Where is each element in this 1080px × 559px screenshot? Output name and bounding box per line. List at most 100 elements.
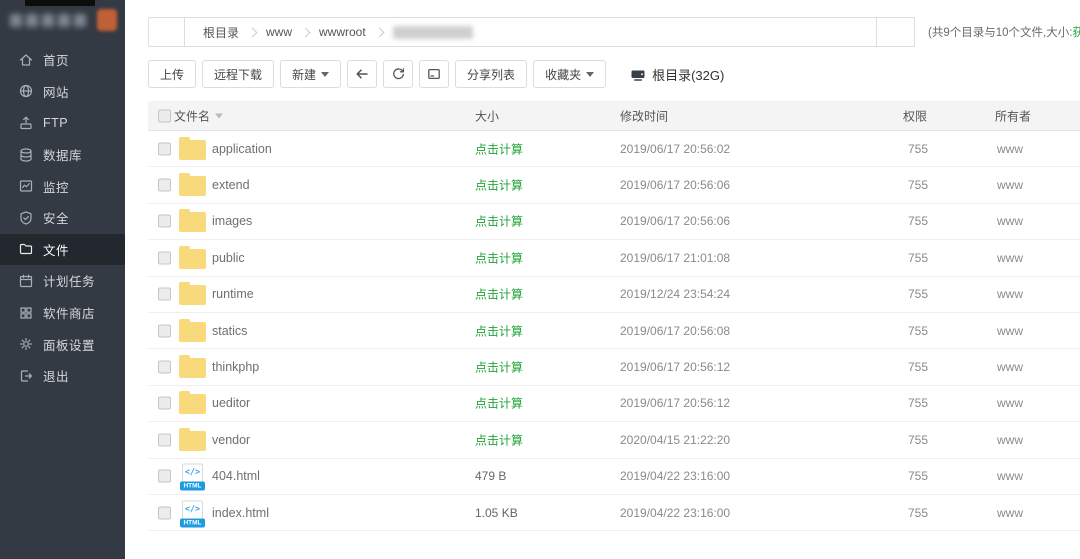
button-label: 分享列表 [467, 66, 515, 83]
globe-icon [18, 83, 34, 99]
file-perm: 755 [900, 142, 936, 156]
folder-icon [179, 212, 206, 232]
sidebar-item-cron[interactable]: 计划任务 [0, 265, 125, 297]
row-checkbox[interactable] [158, 397, 171, 410]
row-checkbox[interactable] [158, 179, 171, 192]
sidebar-item-site[interactable]: 网站 [0, 76, 125, 108]
folder-icon [179, 176, 206, 196]
file-owner: www [997, 469, 1023, 483]
file-name[interactable]: public [212, 251, 245, 265]
row-checkbox[interactable] [158, 288, 171, 301]
file-name[interactable]: thinkphp [212, 360, 259, 374]
sidebar-item-logout[interactable]: 退出 [0, 360, 125, 392]
file-perm: 755 [900, 396, 936, 410]
sidebar-item-monitor[interactable]: 监控 [0, 170, 125, 202]
chevron-down-icon [321, 72, 329, 77]
sidebar-item-home[interactable]: 首页 [0, 44, 125, 76]
calc-size-link[interactable]: 点击计算 [475, 286, 523, 303]
select-all-checkbox[interactable] [158, 109, 171, 122]
monitor-icon [18, 178, 34, 194]
row-checkbox[interactable] [158, 470, 171, 483]
favorites-button[interactable]: 收藏夹 [533, 60, 606, 88]
remote-download-button[interactable]: 远程下载 [202, 60, 274, 88]
get-size-link[interactable]: 获取 [1072, 24, 1080, 40]
sidebar-item-security[interactable]: 安全 [0, 202, 125, 234]
calc-size-link[interactable]: 点击计算 [475, 140, 523, 157]
calc-size-link[interactable]: 点击计算 [475, 322, 523, 339]
blurred-logo-mark [97, 9, 117, 31]
breadcrumb-item[interactable]: 根目录 [197, 24, 245, 41]
redacted-browser-strip [25, 0, 95, 6]
table-row: runtime 点击计算 2019/12/24 23:54:24 755 www [148, 277, 1080, 313]
file-mtime: 2020/04/15 21:22:20 [620, 433, 730, 447]
sidebar-item-settings[interactable]: 面板设置 [0, 328, 125, 360]
calc-size-link[interactable]: 点击计算 [475, 177, 523, 194]
file-name[interactable]: index.html [212, 506, 269, 520]
calc-size-link[interactable]: 点击计算 [475, 359, 523, 376]
home-icon [18, 52, 34, 68]
sidebar-item-label: 首页 [43, 50, 69, 69]
sidebar-item-ftp[interactable]: FTP [0, 107, 125, 139]
row-checkbox[interactable] [158, 251, 171, 264]
file-owner: www [997, 251, 1023, 265]
folder-icon [179, 249, 206, 269]
back-arrow-icon [160, 25, 174, 39]
disk-selector[interactable]: 根目录(32G) [630, 65, 724, 84]
table-row: public 点击计算 2019/06/17 21:01:08 755 www [148, 240, 1080, 276]
sidebar-item-appstore[interactable]: 软件商店 [0, 297, 125, 329]
breadcrumb-item[interactable]: wwwroot [313, 25, 372, 39]
code-glyph: </> [183, 468, 202, 478]
row-checkbox[interactable] [158, 361, 171, 374]
file-mtime: 2019/06/17 21:01:08 [620, 251, 730, 265]
file-perm: 755 [900, 287, 936, 301]
file-name[interactable]: images [212, 214, 252, 228]
column-owner: 所有者 [995, 107, 1031, 124]
file-owner: www [997, 360, 1023, 374]
file-owner: www [997, 396, 1023, 410]
path-back-button[interactable] [149, 18, 185, 46]
file-perm: 755 [900, 251, 936, 265]
sidebar-item-label: 计划任务 [43, 271, 95, 290]
calc-size-link[interactable]: 点击计算 [475, 213, 523, 230]
file-name[interactable]: statics [212, 324, 247, 338]
file-name[interactable]: 404.html [212, 469, 260, 483]
chevron-right-icon [301, 27, 311, 37]
breadcrumb-item[interactable]: www [260, 25, 298, 39]
refresh-icon [889, 25, 903, 39]
file-name[interactable]: application [212, 142, 272, 156]
code-glyph: </> [183, 504, 202, 514]
row-checkbox[interactable] [158, 142, 171, 155]
file-mtime: 2019/04/22 23:16:00 [620, 506, 730, 520]
table-row: application 点击计算 2019/06/17 20:56:02 755… [148, 131, 1080, 167]
new-button[interactable]: 新建 [280, 60, 341, 88]
file-owner: www [997, 506, 1023, 520]
calc-size-link[interactable]: 点击计算 [475, 249, 523, 266]
chevron-right-icon [374, 27, 384, 37]
column-filename[interactable]: 文件名 [174, 107, 223, 124]
file-name[interactable]: ueditor [212, 396, 250, 410]
file-owner: www [997, 287, 1023, 301]
file-name[interactable]: extend [212, 178, 250, 192]
terminal-button[interactable] [419, 60, 449, 88]
column-perm: 权限 [903, 107, 927, 124]
calc-size-link[interactable]: 点击计算 [475, 431, 523, 448]
sidebar: 首页 网站 FTP 数据库 监控 安全 文件 计划任务 软件商店 面板设置 退出 [0, 0, 125, 559]
sidebar-item-files[interactable]: 文件 [0, 234, 125, 266]
file-name[interactable]: vendor [212, 433, 250, 447]
row-checkbox[interactable] [158, 433, 171, 446]
share-list-button[interactable]: 分享列表 [455, 60, 527, 88]
path-refresh-button[interactable] [876, 18, 914, 46]
file-perm: 755 [900, 360, 936, 374]
back-button[interactable] [347, 60, 377, 88]
sidebar-item-database[interactable]: 数据库 [0, 139, 125, 171]
row-checkbox[interactable] [158, 506, 171, 519]
row-checkbox[interactable] [158, 215, 171, 228]
calc-size-link[interactable]: 点击计算 [475, 395, 523, 412]
table-row: ueditor 点击计算 2019/06/17 20:56:12 755 www [148, 386, 1080, 422]
upload-button[interactable]: 上传 [148, 60, 196, 88]
sidebar-item-label: 网站 [43, 82, 69, 101]
row-checkbox[interactable] [158, 324, 171, 337]
file-name[interactable]: runtime [212, 287, 254, 301]
refresh-button[interactable] [383, 60, 413, 88]
column-mtime: 修改时间 [620, 107, 668, 124]
